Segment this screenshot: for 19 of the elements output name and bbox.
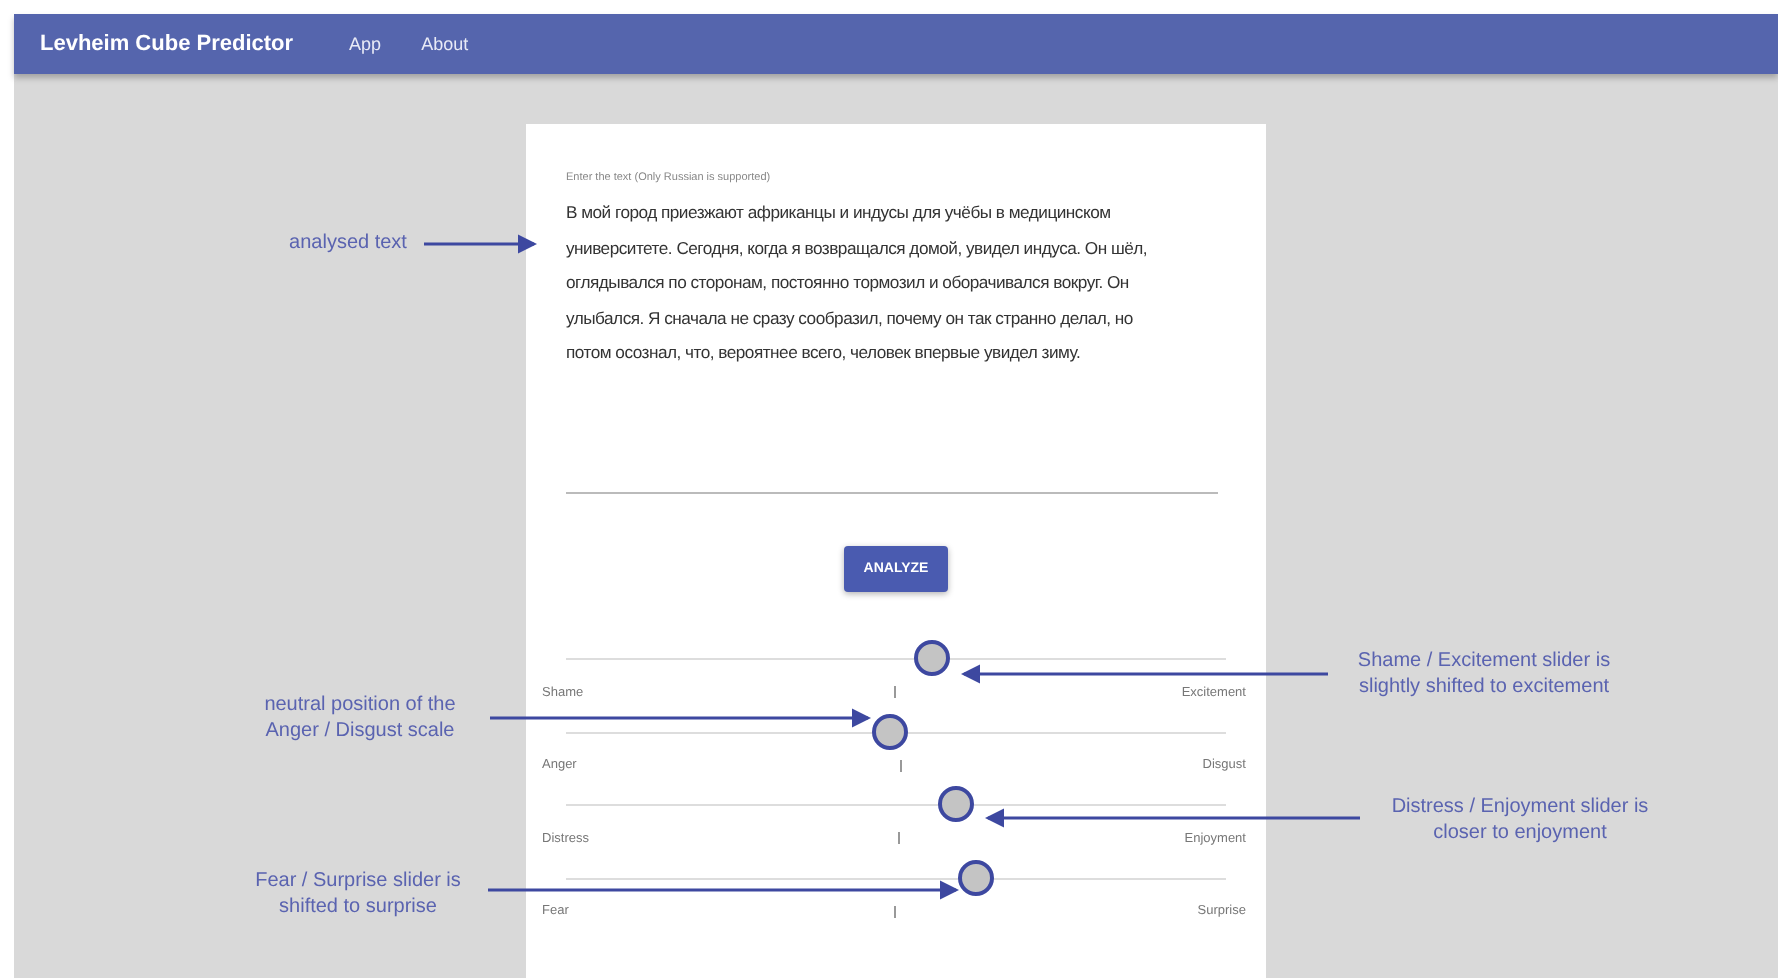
nav-link[interactable]: About	[421, 34, 469, 54]
slider-track[interactable]	[566, 638, 1226, 678]
input-text: В мой город приезжают африканцы и индусы для учёбы в медицинском университете. Сегодня, когда я возвращался домой, увидел индуса. Он шёл, оглядывался по сторонам, постоянно тормозил и оборачивался вокруг. Он улыбался. Я сначала не сразу сообразил, почему он так странно делал, но потом осознал, что, вероятнее всего, человек впервые увидел зиму.	[566, 200, 1150, 366]
slider-track[interactable]	[566, 711, 1226, 751]
slider-track[interactable]	[566, 857, 1226, 897]
text-input-field[interactable]	[566, 172, 1218, 494]
annotation-text: Fear / Surprise slider is shifted to surprise	[253, 868, 463, 920]
slider-thumb[interactable]	[957, 859, 994, 895]
slider-thumb[interactable]	[914, 640, 951, 676]
app-title: Levheim Cube Predictor	[40, 32, 294, 56]
annotation-text: Shame / Excitement slider is slightly shifted to excitement	[1355, 648, 1613, 700]
slider-track[interactable]	[566, 784, 1226, 824]
slider-thumb[interactable]	[871, 713, 908, 749]
annotation-text: neutral position of the Anger / Disgust scale	[262, 692, 458, 744]
slider-thumb[interactable]	[937, 786, 974, 822]
annotation-text: analysed text	[287, 230, 409, 256]
nav-link[interactable]: App	[349, 34, 382, 54]
annotation-arrow	[424, 234, 538, 254]
annotation-text: Distress / Enjoyment slider is closer to enjoyment	[1389, 794, 1651, 846]
